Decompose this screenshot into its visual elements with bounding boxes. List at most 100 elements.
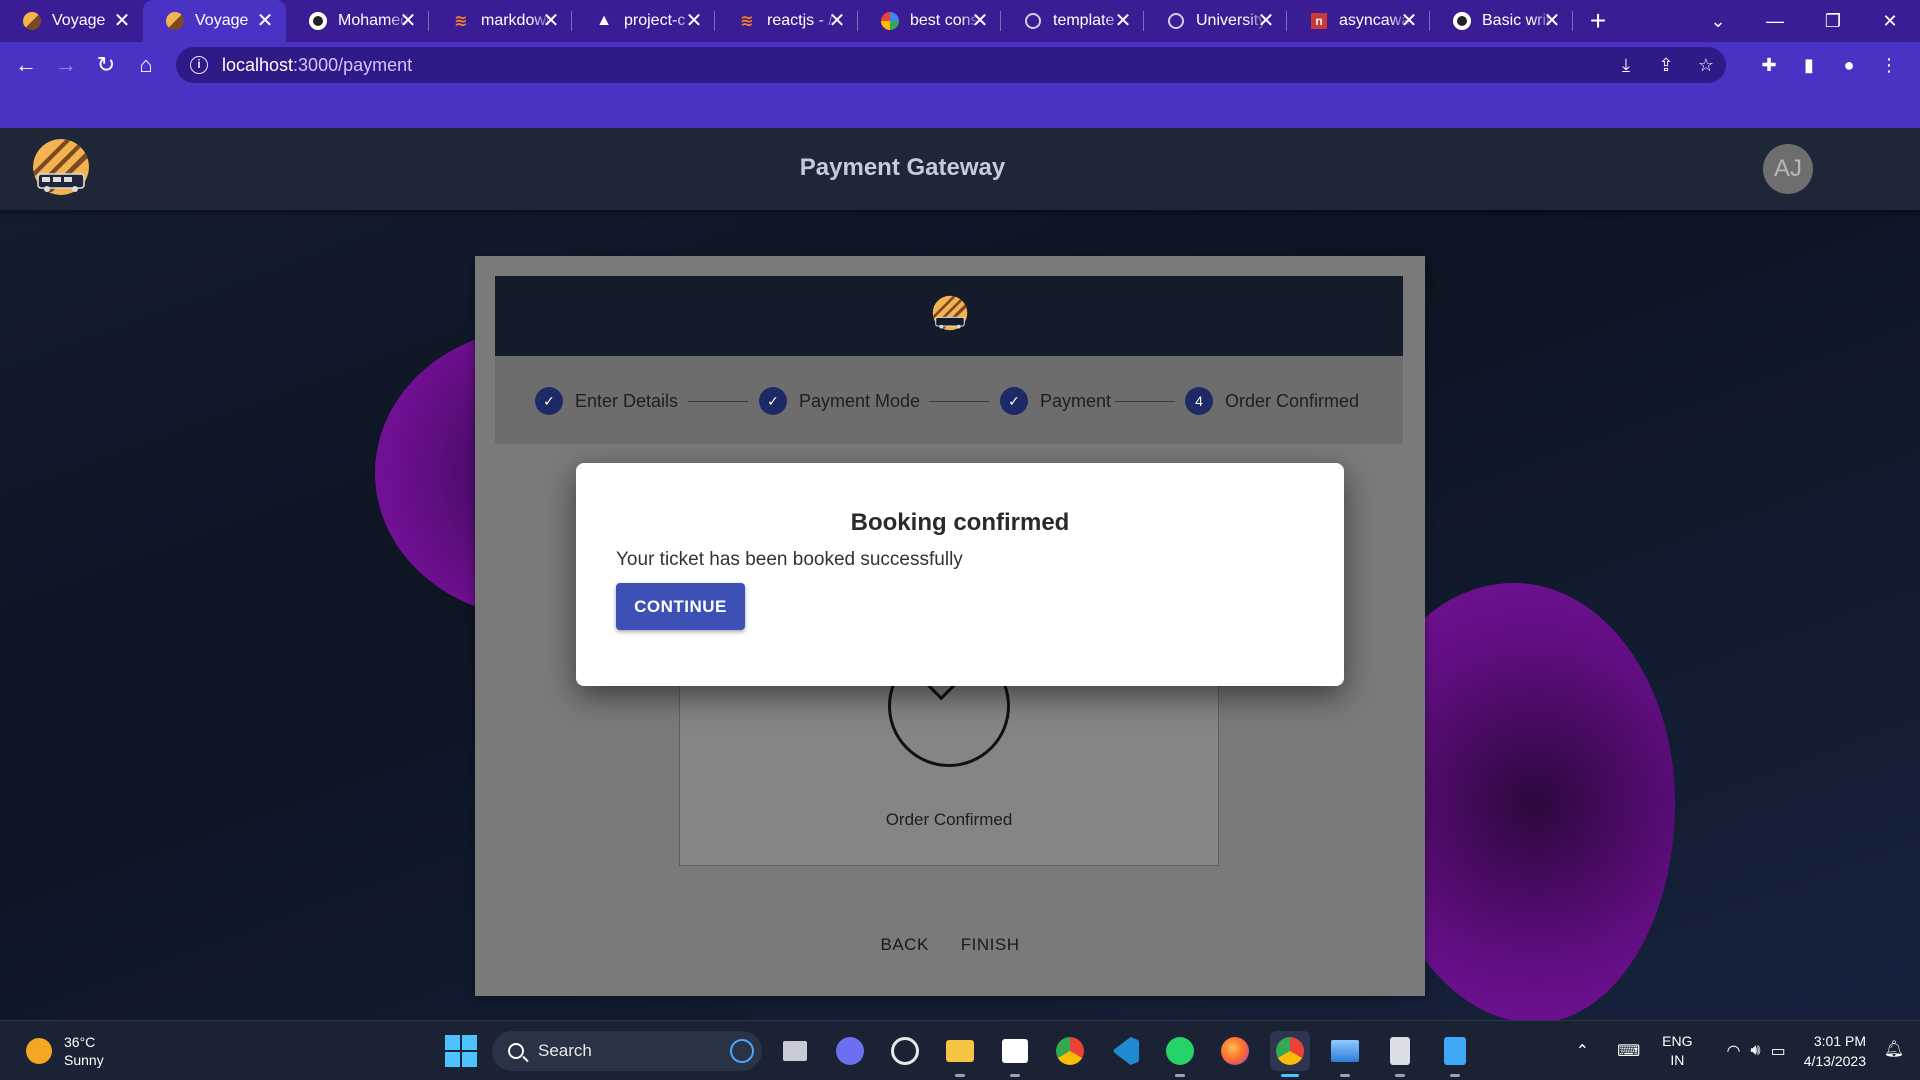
continue-button[interactable]: CONTINUE — [616, 583, 745, 630]
step-label: Order Confirmed — [1225, 390, 1360, 411]
tab-close-icon[interactable]: ✕ — [1112, 10, 1134, 32]
browser-tab[interactable]: best cons ✕ — [858, 0, 1001, 42]
tab-close-icon[interactable]: ✕ — [1255, 10, 1277, 32]
battery-icon[interactable]: ▭ — [1771, 1041, 1786, 1061]
notifications-icon[interactable]: 🔔︎ — [1884, 1039, 1904, 1059]
globe-icon — [1166, 11, 1186, 31]
restore-icon[interactable]: ❐ — [1805, 0, 1861, 42]
tab-close-icon[interactable]: ✕ — [397, 10, 419, 32]
tab-close-icon[interactable]: ✕ — [1541, 10, 1563, 32]
browser-tab[interactable]: ▲ project-c ✕ — [572, 0, 715, 42]
file-explorer-icon[interactable] — [940, 1031, 980, 1077]
tab-search-icon[interactable]: ⌄ — [1690, 0, 1746, 42]
tab-close-icon[interactable]: ✕ — [540, 10, 562, 32]
task-view-icon[interactable] — [775, 1031, 815, 1071]
step-payment[interactable]: ✓ Payment — [1000, 386, 1111, 416]
menu-icon[interactable]: ⋮ — [1872, 55, 1906, 76]
dialog-message: Your ticket has been booked successfully — [616, 549, 963, 570]
system-clock[interactable]: 3:01 PM 4/13/2023 — [1804, 1031, 1866, 1071]
volume-icon[interactable]: 🔊︎ — [1750, 1042, 1760, 1060]
photos-icon[interactable] — [1325, 1031, 1365, 1077]
tab-close-icon[interactable]: ✕ — [111, 10, 133, 32]
tab-close-icon[interactable]: ✕ — [826, 10, 848, 32]
finish-button[interactable]: FINISH — [957, 931, 1024, 959]
browser-tab[interactable]: University ✕ — [1144, 0, 1287, 42]
weather-widget[interactable]: 36°C Sunny — [26, 1033, 104, 1069]
site-info-icon[interactable]: i — [190, 56, 208, 74]
show-hidden-icons-icon[interactable]: ⌃ — [1576, 1041, 1589, 1061]
forward-icon[interactable]: → — [46, 45, 86, 85]
close-window-icon[interactable]: ✕ — [1862, 0, 1918, 42]
profile-icon[interactable]: ● — [1832, 55, 1866, 76]
new-tab-button[interactable]: + — [1573, 0, 1623, 42]
whatsapp-icon[interactable] — [885, 1031, 925, 1071]
calculator-icon[interactable] — [1380, 1031, 1420, 1077]
step-label: Enter Details — [575, 390, 679, 411]
keyboard-icon[interactable]: ⌨ — [1617, 1041, 1640, 1061]
step-enter-details[interactable]: ✓ Enter Details — [535, 386, 678, 416]
clock-date: 4/13/2023 — [1803, 1053, 1866, 1069]
home-icon[interactable]: ⌂ — [126, 45, 166, 85]
tab-close-icon[interactable]: ✕ — [1398, 10, 1420, 32]
notepad-icon[interactable] — [1435, 1031, 1475, 1077]
user-avatar[interactable]: AJ — [1763, 144, 1813, 194]
step-label: Payment Mode — [799, 390, 921, 411]
firefox-icon[interactable] — [1215, 1031, 1255, 1071]
github-icon — [1452, 11, 1472, 31]
browser-tab[interactable]: Voyage ✕ — [143, 0, 286, 42]
back-icon[interactable]: ← — [6, 45, 46, 85]
search-label: Search — [538, 1041, 592, 1060]
browser-tab[interactable]: Mohamed ✕ — [286, 0, 429, 42]
tab-close-icon[interactable]: ✕ — [969, 10, 991, 32]
browser-tab[interactable]: template ✕ — [1001, 0, 1144, 42]
url-path: :3000/payment — [293, 54, 413, 75]
stackoverflow-icon: ≋ — [740, 13, 754, 30]
vscode-icon[interactable] — [1105, 1031, 1145, 1071]
step-order-confirmed[interactable]: 4 Order Confirmed — [1185, 386, 1359, 416]
browser-tab[interactable]: Basic writ ✕ — [1430, 0, 1573, 42]
step-label: Payment — [1040, 390, 1112, 411]
bing-icon[interactable] — [730, 1039, 754, 1063]
chrome-icon[interactable] — [1050, 1031, 1090, 1071]
search-icon — [508, 1043, 524, 1059]
install-icon[interactable]: ⤓ — [1606, 55, 1646, 76]
browser-tab[interactable]: ≋ reactjs - / ✕ — [715, 0, 858, 42]
wifi-icon[interactable]: ◠ — [1727, 1041, 1741, 1061]
vercel-icon: ▲ — [596, 12, 612, 29]
step-connector — [929, 401, 989, 402]
chrome-profile-icon[interactable] — [1270, 1031, 1310, 1077]
browser-tab[interactable]: ≋ markdown ✕ — [429, 0, 572, 42]
checkout-stepper: ✓ Enter Details ✓ Payment Mode ✓ Payment… — [495, 356, 1403, 444]
windows-taskbar: 36°C Sunny Search ⌃ ⌨ ENG IN ◠ 🔊︎ ▭ 3:01… — [0, 1020, 1920, 1080]
stackoverflow-icon: ≋ — [454, 13, 468, 30]
region-code: IN — [1670, 1052, 1685, 1068]
tab-close-icon[interactable]: ✕ — [254, 10, 276, 32]
voyage-logo-icon — [22, 11, 42, 31]
taskbar-search[interactable]: Search — [492, 1031, 762, 1071]
extensions-icon[interactable]: ✚ — [1752, 55, 1786, 76]
address-bar[interactable]: i localhost:3000/payment ⤓ ⇪ ☆ — [176, 47, 1726, 83]
bookmark-bar — [0, 88, 1920, 128]
whatsapp-beta-icon[interactable] — [1160, 1031, 1200, 1077]
bookmark-star-icon[interactable]: ☆ — [1686, 55, 1726, 76]
tab-close-icon[interactable]: ✕ — [683, 10, 705, 32]
clock-time: 3:01 PM — [1813, 1033, 1866, 1049]
back-button[interactable]: BACK — [876, 931, 932, 959]
minimize-icon[interactable]: — — [1747, 0, 1803, 42]
step-payment-mode[interactable]: ✓ Payment Mode — [759, 386, 920, 416]
browser-tab[interactable]: n asyncawa ✕ — [1287, 0, 1430, 42]
app-bar: Payment Gateway AJ — [0, 128, 1920, 210]
step-number: 4 — [1185, 387, 1213, 415]
microsoft-store-icon[interactable] — [995, 1031, 1035, 1077]
step-connector — [688, 401, 748, 402]
share-icon[interactable]: ⇪ — [1646, 55, 1686, 76]
input-language[interactable]: ENG IN — [1662, 1032, 1692, 1070]
teams-chat-icon[interactable] — [830, 1031, 870, 1071]
voyage-logo-icon — [165, 11, 185, 31]
side-panel-icon[interactable]: ▮ — [1792, 55, 1826, 76]
payment-page: Payment Gateway AJ ✓ Enter Details ✓ Pay… — [0, 128, 1920, 1020]
reload-icon[interactable]: ↻ — [86, 45, 126, 85]
sun-icon — [26, 1038, 52, 1064]
start-button-icon[interactable] — [445, 1035, 477, 1067]
browser-tab[interactable]: Voyage ✕ — [0, 0, 143, 42]
